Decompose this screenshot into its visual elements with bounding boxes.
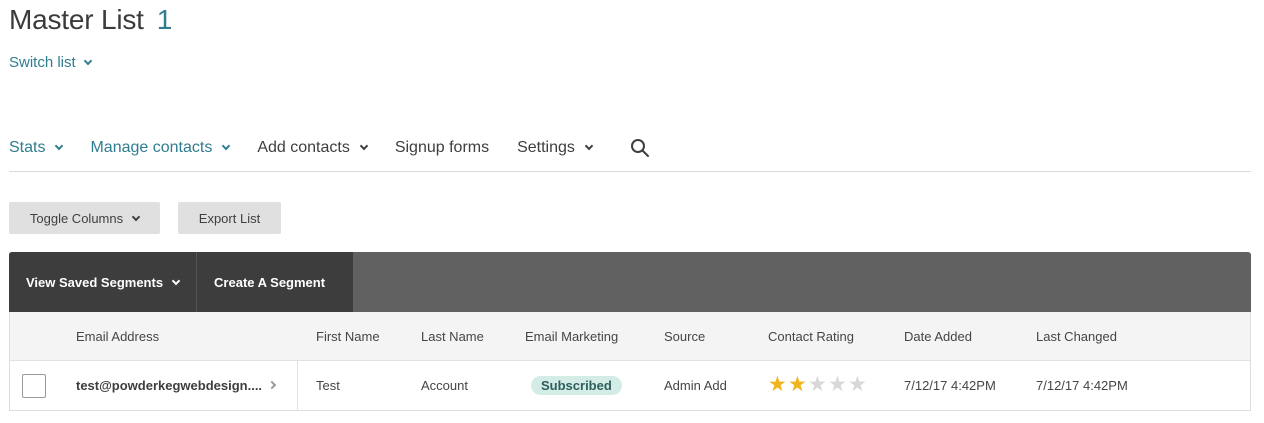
status-badge: Subscribed — [531, 376, 622, 395]
nav-add-contacts-label: Add contacts — [257, 139, 350, 156]
column-header-date-added[interactable]: Date Added — [904, 329, 972, 344]
chevron-down-icon — [55, 141, 64, 151]
row-select-checkbox[interactable] — [22, 374, 46, 398]
chevron-down-icon — [171, 276, 181, 285]
chevron-down-icon — [359, 141, 369, 151]
column-header-contact-rating[interactable]: Contact Rating — [768, 329, 854, 344]
table-row: test@powderkegwebdesign.... Test Account… — [10, 361, 1250, 410]
toggle-columns-button[interactable]: Toggle Columns — [9, 202, 160, 234]
star-icon[interactable]: ★ — [768, 374, 788, 396]
nav-stats[interactable]: Stats — [9, 139, 64, 157]
nav-divider — [9, 171, 1251, 172]
export-list-button[interactable]: Export List — [178, 202, 281, 234]
contact-first-name: Test — [316, 378, 340, 393]
list-count: 1 — [156, 4, 173, 35]
view-saved-segments-label: View Saved Segments — [26, 274, 164, 290]
switch-list-dropdown[interactable]: Switch list — [9, 54, 92, 71]
page-header: Master List 1 — [9, 4, 172, 40]
star-icon[interactable]: ★ — [828, 374, 848, 396]
nav-signup-forms[interactable]: Signup forms — [395, 139, 489, 157]
contact-date-added: 7/12/17 4:42PM — [904, 378, 996, 393]
nav-add-contacts[interactable]: Add contacts — [257, 139, 369, 157]
contact-last-name: Account — [421, 378, 468, 393]
chevron-down-icon — [131, 212, 141, 221]
nav-manage-contacts[interactable]: Manage contacts — [90, 139, 231, 157]
nav-signup-forms-label: Signup forms — [394, 139, 490, 156]
nav-manage-contacts-label: Manage contacts — [90, 139, 213, 156]
contact-rating: ★ ★ ★ ★ ★ — [768, 374, 868, 396]
view-saved-segments-button[interactable]: View Saved Segments — [9, 252, 196, 312]
table-header: Email Address First Name Last Name Email… — [10, 312, 1250, 361]
chevron-down-icon — [222, 141, 231, 151]
segment-bar: View Saved Segments Create A Segment — [9, 252, 1251, 312]
search-icon[interactable] — [630, 138, 650, 158]
create-segment-button[interactable]: Create A Segment — [197, 252, 342, 312]
column-header-last-changed[interactable]: Last Changed — [1036, 329, 1117, 344]
nav-settings[interactable]: Settings — [517, 139, 594, 157]
column-header-email-marketing[interactable]: Email Marketing — [525, 329, 618, 344]
export-list-label: Export List — [198, 210, 261, 226]
contacts-table: Email Address First Name Last Name Email… — [9, 312, 1251, 411]
nav-stats-label: Stats — [9, 139, 46, 156]
star-icon[interactable]: ★ — [848, 374, 868, 396]
chevron-right-icon[interactable] — [267, 380, 277, 390]
contact-email-link[interactable]: test@powderkegwebdesign.... — [76, 378, 262, 393]
chevron-down-icon — [83, 56, 92, 65]
star-icon[interactable]: ★ — [808, 374, 828, 396]
column-header-last-name[interactable]: Last Name — [421, 329, 484, 344]
switch-list-label: Switch list — [9, 54, 76, 71]
nav-settings-label: Settings — [517, 139, 575, 156]
segment-actions: View Saved Segments Create A Segment — [9, 252, 353, 312]
column-header-first-name[interactable]: First Name — [316, 329, 380, 344]
contact-source: Admin Add — [664, 378, 727, 393]
chevron-down-icon — [584, 141, 594, 151]
create-segment-label: Create A Segment — [214, 274, 326, 290]
cell-divider — [297, 361, 298, 410]
contact-last-changed: 7/12/17 4:42PM — [1036, 378, 1128, 393]
page-title: Master List — [9, 4, 144, 35]
list-nav: Stats Manage contacts Add contacts Signu… — [9, 134, 650, 162]
column-header-email[interactable]: Email Address — [76, 329, 159, 344]
star-icon[interactable]: ★ — [788, 374, 808, 396]
toggle-columns-label: Toggle Columns — [29, 210, 124, 226]
column-header-source[interactable]: Source — [664, 329, 705, 344]
